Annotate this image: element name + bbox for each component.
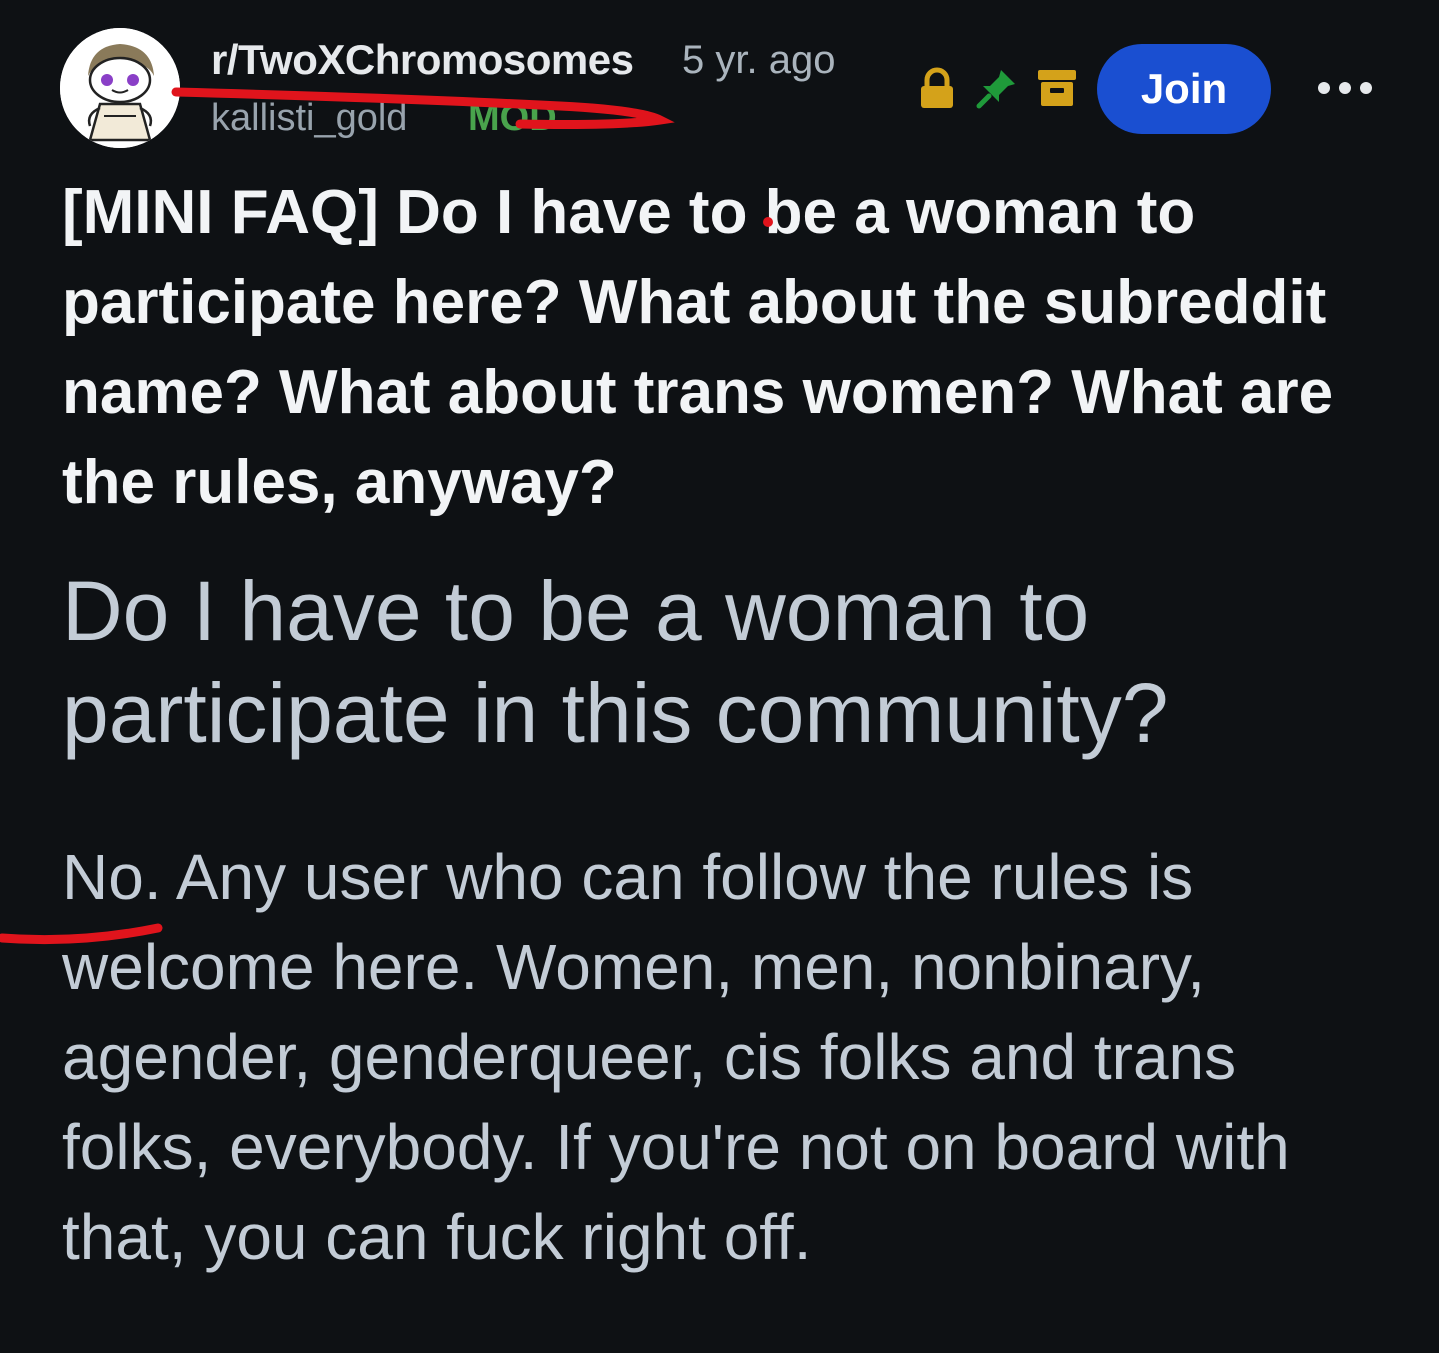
pin-icon (976, 70, 1015, 109)
more-options-icon[interactable] (1318, 70, 1372, 106)
subreddit-name-link[interactable]: r/TwoXChromosomes (211, 36, 634, 84)
post-age: 5 yr. ago (682, 38, 836, 82)
post-body-heading: Do I have to be a woman to participate i… (62, 564, 1169, 760)
author-username[interactable]: kallisti_gold (211, 97, 407, 140)
lock-icon (921, 67, 953, 108)
archive-icon (1038, 70, 1076, 106)
subreddit-avatar[interactable] (60, 28, 180, 148)
post-title[interactable]: [MINI FAQ] Do I have to be a woman to pa… (62, 168, 1382, 528)
join-button[interactable]: Join (1097, 44, 1271, 134)
snoo-avatar-icon (60, 28, 180, 148)
post-body-text: No. Any user who can follow the rules is… (62, 841, 1290, 1273)
mod-badge: MOD (468, 97, 557, 139)
